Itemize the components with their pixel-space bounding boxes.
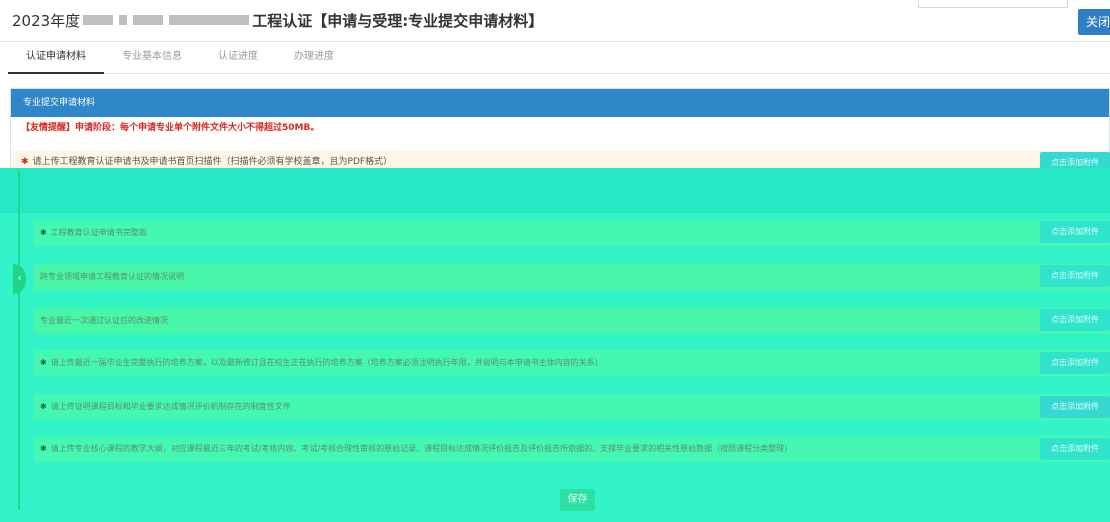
material-row-training-plan: ✱ 请上传最近一届毕业生完整执行的培养方案，以及最新修订且在校生正在执行的培养方案… <box>34 350 1110 376</box>
tab-application-materials[interactable]: 认证申请材料 <box>8 42 104 74</box>
tab-handling-progress[interactable]: 办理进度 <box>276 42 352 74</box>
panel-heading: 专业提交申请材料 <box>11 89 1109 117</box>
material-row-full-application: ✱ 工程教育认证申请书完整版 <box>34 220 1110 246</box>
add-attachment-button[interactable]: 点击添加附件 <box>1040 265 1110 287</box>
required-icon: ✱ <box>40 228 47 237</box>
redacted-block <box>133 15 164 25</box>
material-label: 请上传专业核心课程的教学大纲，对应课程最近三年的考试/考核内容、考试/考核合理性… <box>50 444 793 453</box>
page-title-main: 工程认证【申请与受理:专业提交申请材料】 <box>252 11 544 30</box>
page-title-year: 2023年度 <box>12 11 81 30</box>
material-row-core-courses: ✱ 请上传专业核心课程的教学大纲，对应课程最近三年的考试/考核内容、考试/考核合理… <box>34 436 1110 462</box>
required-icon: ✱ <box>21 157 29 167</box>
material-label: 请上传证明课程目标和毕业要求达成情况评价机制存在的制度性文件 <box>50 402 291 411</box>
material-label: 专业最近一次通过认证后的改进情况 <box>40 316 168 325</box>
page-title: 2023年度 工程认证【申请与受理:专业提交申请材料】 <box>12 7 543 33</box>
material-label: 工程教育认证申请书完整版 <box>50 228 147 237</box>
material-label: 跨专业领域申请工程教育认证的情况说明 <box>40 272 184 281</box>
required-icon: ✱ <box>40 402 47 411</box>
redacted-block <box>119 15 128 25</box>
material-row-improvement: 专业最近一次通过认证后的改进情况 <box>34 308 1110 334</box>
tab-major-info[interactable]: 专业基本信息 <box>104 42 200 74</box>
search-input[interactable] <box>918 0 1068 8</box>
left-divider <box>18 170 20 510</box>
close-button[interactable]: 关闭 <box>1078 9 1110 35</box>
redacted-block <box>169 15 250 25</box>
redacted-block <box>83 15 114 25</box>
add-attachment-button[interactable]: 点击添加附件 <box>1040 352 1110 374</box>
add-attachment-button[interactable]: 点击添加附件 <box>1040 396 1110 418</box>
material-row-cross-domain: 跨专业领域申请工程教育认证的情况说明 <box>34 264 1110 290</box>
required-icon: ✱ <box>40 358 47 367</box>
material-label: 请上传工程教育认证申请书及申请书首页扫描件（扫描件必须有学校盖章，且为PDF格式… <box>32 157 393 167</box>
material-row-evaluation-mechanism: ✱ 请上传证明课程目标和毕业要求达成情况评价机制存在的制度性文件 <box>34 394 1110 420</box>
size-limit-notice: 【友情提醒】申请阶段：每个申请专业单个附件文件大小不得超过50MB。 <box>21 123 320 133</box>
tab-certification-progress[interactable]: 认证进度 <box>200 42 276 74</box>
tab-bar: 认证申请材料 专业基本信息 认证进度 办理进度 <box>8 42 1110 74</box>
overlay-band <box>0 168 1110 213</box>
add-attachment-button[interactable]: 点击添加附件 <box>1040 309 1110 331</box>
add-attachment-button[interactable]: 点击添加附件 <box>1040 221 1110 243</box>
material-label: 请上传最近一届毕业生完整执行的培养方案，以及最新修订且在校生正在执行的培养方案（… <box>50 358 603 367</box>
save-button[interactable]: 保存 <box>560 489 595 511</box>
add-attachment-button[interactable]: 点击添加附件 <box>1040 438 1110 460</box>
page-header: 2023年度 工程认证【申请与受理:专业提交申请材料】 关闭 <box>0 0 1110 42</box>
required-icon: ✱ <box>40 444 47 453</box>
